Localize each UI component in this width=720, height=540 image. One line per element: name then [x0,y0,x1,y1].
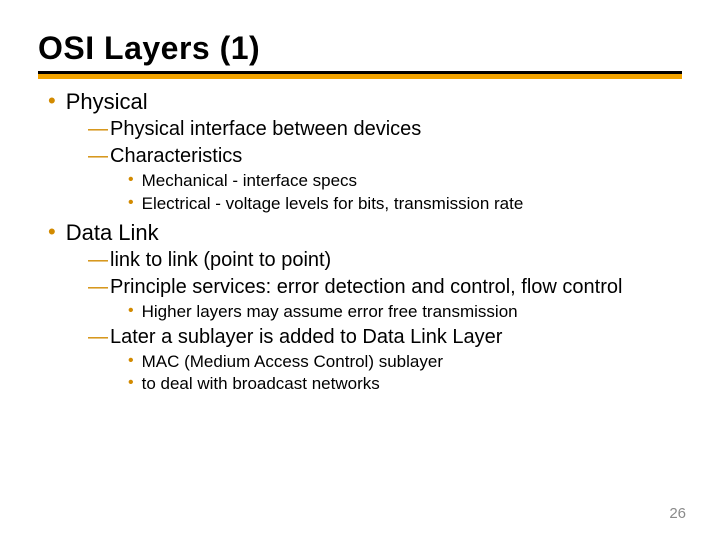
list-item: • to deal with broadcast networks [128,373,682,394]
bullet-icon: • [128,170,134,190]
page-number: 26 [669,505,686,522]
dash-icon: — [88,117,108,142]
list-item-label: Principle services: error detection and … [110,275,622,300]
title-rule-orange [38,74,682,79]
list-item: • MAC (Medium Access Control) sublayer [128,351,682,372]
dash-icon: — [88,325,108,350]
bullet-icon: • [128,351,134,371]
list-item-label: Data Link [66,220,159,246]
list-item-label: Physical [66,89,148,115]
list-item: • Mechanical - interface specs [128,170,682,191]
list-item-label: Mechanical - interface specs [142,170,357,191]
bullet-icon: • [128,301,134,321]
slide-title: OSI Layers (1) [38,30,682,67]
list-item: • Physical [48,89,682,115]
list-item-label: to deal with broadcast networks [142,373,380,394]
bullet-icon: • [48,89,56,113]
list-item: • Electrical - voltage levels for bits, … [128,193,682,214]
list-item: — Characteristics [88,144,682,169]
bullet-icon: • [128,373,134,393]
list-item-label: Later a sublayer is added to Data Link L… [110,325,502,350]
list-item-label: Higher layers may assume error free tran… [142,301,518,322]
list-item: — Principle services: error detection an… [88,275,682,300]
list-item: — link to link (point to point) [88,248,682,273]
bullet-icon: • [128,193,134,213]
bullet-icon: • [48,220,56,244]
list-item-label: Physical interface between devices [110,117,421,142]
list-item-label: link to link (point to point) [110,248,331,273]
dash-icon: — [88,144,108,169]
list-item: • Higher layers may assume error free tr… [128,301,682,322]
dash-icon: — [88,248,108,273]
dash-icon: — [88,275,108,300]
list-item-label: Characteristics [110,144,242,169]
list-item: • Data Link [48,220,682,246]
list-item: — Physical interface between devices [88,117,682,142]
list-item-label: MAC (Medium Access Control) sublayer [142,351,443,372]
list-item: — Later a sublayer is added to Data Link… [88,325,682,350]
list-item-label: Electrical - voltage levels for bits, tr… [142,193,524,214]
